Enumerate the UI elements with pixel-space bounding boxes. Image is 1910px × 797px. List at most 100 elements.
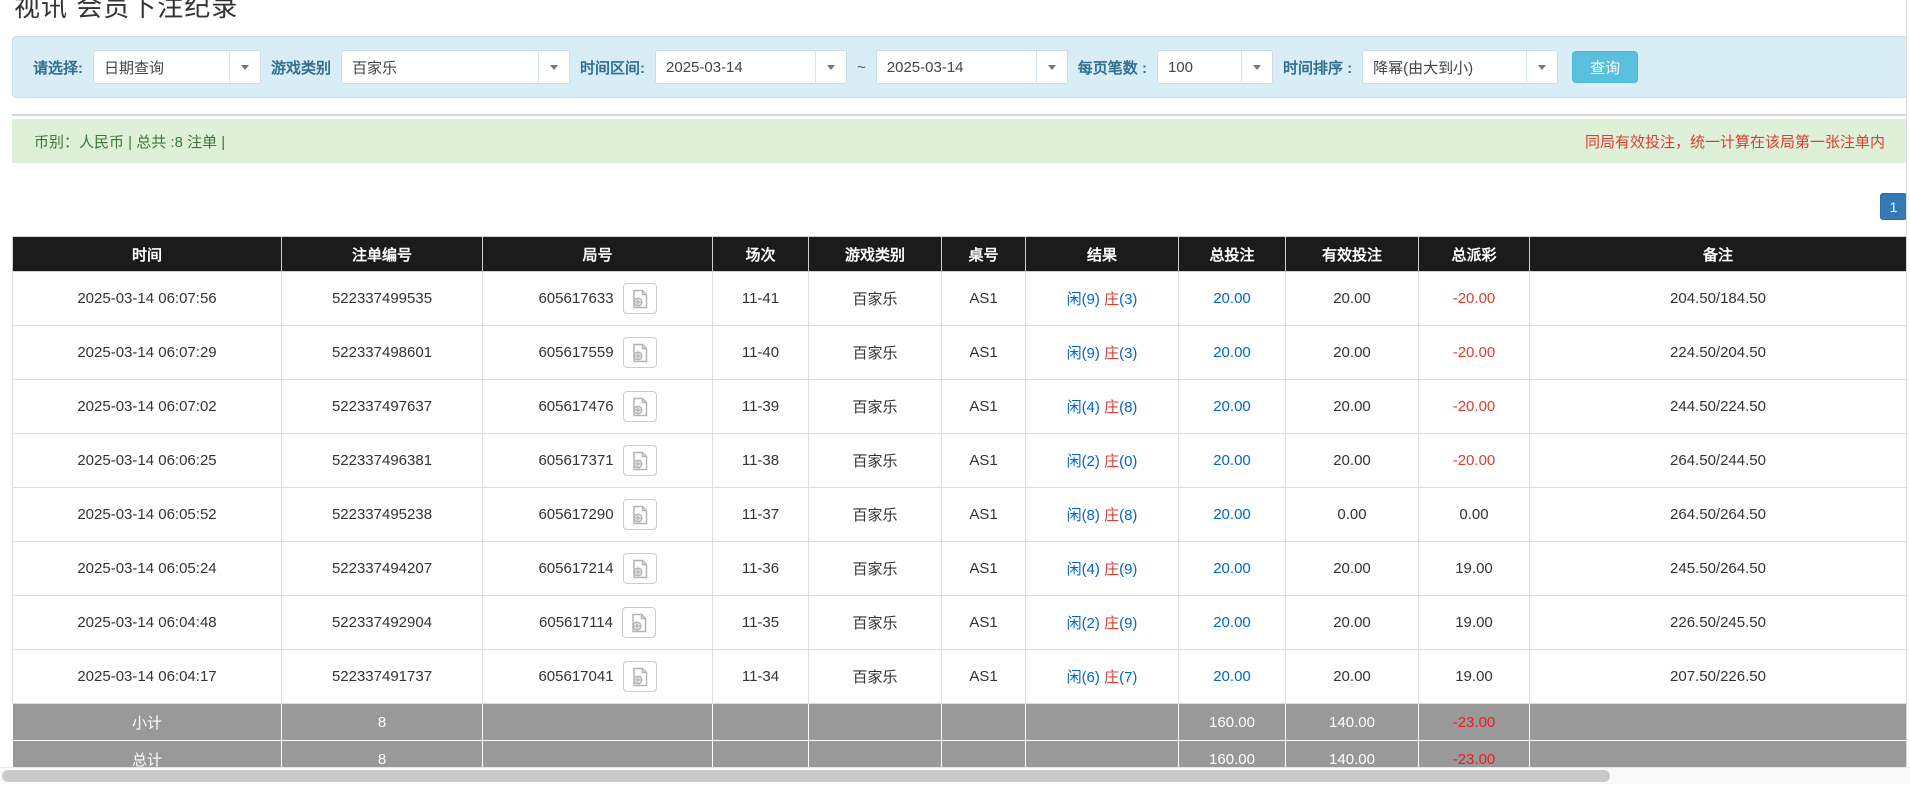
column-header-5: 游戏类别 [809,237,942,272]
game-type-cell: 百家乐 [809,542,942,596]
payout-cell: -20.00 [1419,380,1530,434]
column-header-8: 总投注 [1179,237,1286,272]
remark-cell: 245.50/264.50 [1530,542,1907,596]
subtotal-count: 8 [282,704,483,741]
round-cell: 605617559 [483,326,713,380]
banker-result-value: (8) [1119,507,1137,524]
video-replay-button[interactable] [623,337,657,368]
filter-panel: 请选择: 日期查询 游戏类别 百家乐 时间区间: 2025-03-14 ~ 20… [12,36,1907,98]
page-1-button[interactable]: 1 [1880,193,1907,220]
chevron-down-icon[interactable] [1241,51,1272,83]
video-replay-button[interactable] [623,391,657,422]
query-type-select[interactable]: 日期查询 [93,50,261,84]
result-cell: 闲(9) 庄(3) [1026,326,1179,380]
remark-cell: 204.50/184.50 [1530,272,1907,326]
banker-result-label: 庄 [1104,615,1119,632]
video-replay-button[interactable] [623,553,657,584]
subtotal-valid-bet: 140.00 [1286,704,1419,741]
table-row: 2025-03-14 06:04:48522337492904605617114… [13,596,1907,650]
game-type-select[interactable]: 百家乐 [341,50,570,84]
result-cell: 闲(2) 庄(0) [1026,434,1179,488]
valid-bet-cell: 20.00 [1286,326,1419,380]
total-bet-link[interactable]: 20.00 [1179,650,1286,704]
video-replay-button[interactable] [623,661,657,692]
payout-cell: 19.00 [1419,650,1530,704]
video-replay-button[interactable] [623,445,657,476]
table-no-cell: AS1 [942,380,1026,434]
result-cell: 闲(8) 庄(8) [1026,488,1179,542]
table-no-cell: AS1 [942,542,1026,596]
subtotal-payout: -23.00 [1419,704,1530,741]
time-cell: 2025-03-14 06:04:17 [13,650,282,704]
player-result: 闲(9) [1067,291,1100,308]
bet-id-cell: 522337496381 [282,434,483,488]
page-size-label: 每页笔数 : [1078,57,1147,78]
bet-id-cell: 522337498601 [282,326,483,380]
column-header-3: 局号 [483,237,713,272]
chevron-down-icon[interactable] [1526,51,1557,83]
table-body: 2025-03-14 06:07:56522337499535605617633… [13,272,1907,704]
table-no-cell: AS1 [942,596,1026,650]
round-cell: 605617041 [483,650,713,704]
round-cell: 605617371 [483,434,713,488]
game-type-label: 游戏类别 [271,57,331,78]
total-bet-link[interactable]: 20.00 [1179,434,1286,488]
chevron-down-icon[interactable] [229,51,260,83]
banker-result-value: (3) [1119,291,1137,308]
subtotal-total-bet: 160.00 [1179,704,1286,741]
banker-result-label: 庄 [1104,507,1119,524]
video-replay-icon [629,558,651,580]
banker-result-label: 庄 [1104,345,1119,362]
time-sort-value: 降幂(由大到小) [1363,51,1526,83]
total-bet-link[interactable]: 20.00 [1179,326,1286,380]
time-cell: 2025-03-14 06:06:25 [13,434,282,488]
table-row: 2025-03-14 06:05:24522337494207605617214… [13,542,1907,596]
total-bet-link[interactable]: 20.00 [1179,488,1286,542]
valid-bet-cell: 20.00 [1286,650,1419,704]
time-cell: 2025-03-14 06:05:52 [13,488,282,542]
page-size-select[interactable]: 100 [1157,50,1273,84]
session-cell: 11-41 [713,272,809,326]
total-bet-link[interactable]: 20.00 [1179,596,1286,650]
horizontal-scrollbar-thumb[interactable] [2,770,1610,782]
game-type-value: 百家乐 [342,51,538,83]
date-from-value: 2025-03-14 [656,51,815,83]
date-to-select[interactable]: 2025-03-14 [876,50,1068,84]
result-cell: 闲(2) 庄(9) [1026,596,1179,650]
chevron-down-icon[interactable] [1036,51,1067,83]
video-replay-button[interactable] [622,607,656,638]
page: 视讯 会员下注纪录 请选择: 日期查询 游戏类别 百家乐 时间区间: 2025-… [12,0,1907,778]
time-cell: 2025-03-14 06:07:02 [13,380,282,434]
column-header-2: 注单编号 [282,237,483,272]
total-bet-link[interactable]: 20.00 [1179,380,1286,434]
banker-result-value: (9) [1119,561,1137,578]
chevron-down-icon[interactable] [538,51,569,83]
valid-bet-cell: 20.00 [1286,380,1419,434]
total-bet-link[interactable]: 20.00 [1179,272,1286,326]
table-row: 2025-03-14 06:06:25522337496381 605617371… [13,434,1907,488]
banker-result-label: 庄 [1104,291,1119,308]
payout-cell: 19.00 [1419,596,1530,650]
horizontal-scrollbar[interactable] [0,767,1910,784]
time-sort-select[interactable]: 降幂(由大到小) [1362,50,1558,84]
total-bet-link[interactable]: 20.00 [1179,542,1286,596]
round-number: 605617633 [538,290,613,307]
chevron-down-icon[interactable] [815,51,846,83]
video-replay-button[interactable] [623,499,657,530]
time-cell: 2025-03-14 06:05:24 [13,542,282,596]
banker-result-label: 庄 [1104,453,1119,470]
round-number: 605617290 [538,506,613,523]
remark-cell: 224.50/204.50 [1530,326,1907,380]
round-number: 605617041 [538,668,613,685]
query-button[interactable]: 查询 [1572,51,1638,83]
date-from-select[interactable]: 2025-03-14 [655,50,847,84]
date-to-value: 2025-03-14 [877,51,1036,83]
time-cell: 2025-03-14 06:07:56 [13,272,282,326]
valid-bet-cell: 20.00 [1286,434,1419,488]
result-cell: 闲(4) 庄(8) [1026,380,1179,434]
banker-result-value: (0) [1119,453,1137,470]
session-cell: 11-35 [713,596,809,650]
video-replay-button[interactable] [623,283,657,314]
summary-note: 同局有效投注，统一计算在该局第一张注单内 [1585,131,1885,152]
round-number: 605617371 [538,452,613,469]
